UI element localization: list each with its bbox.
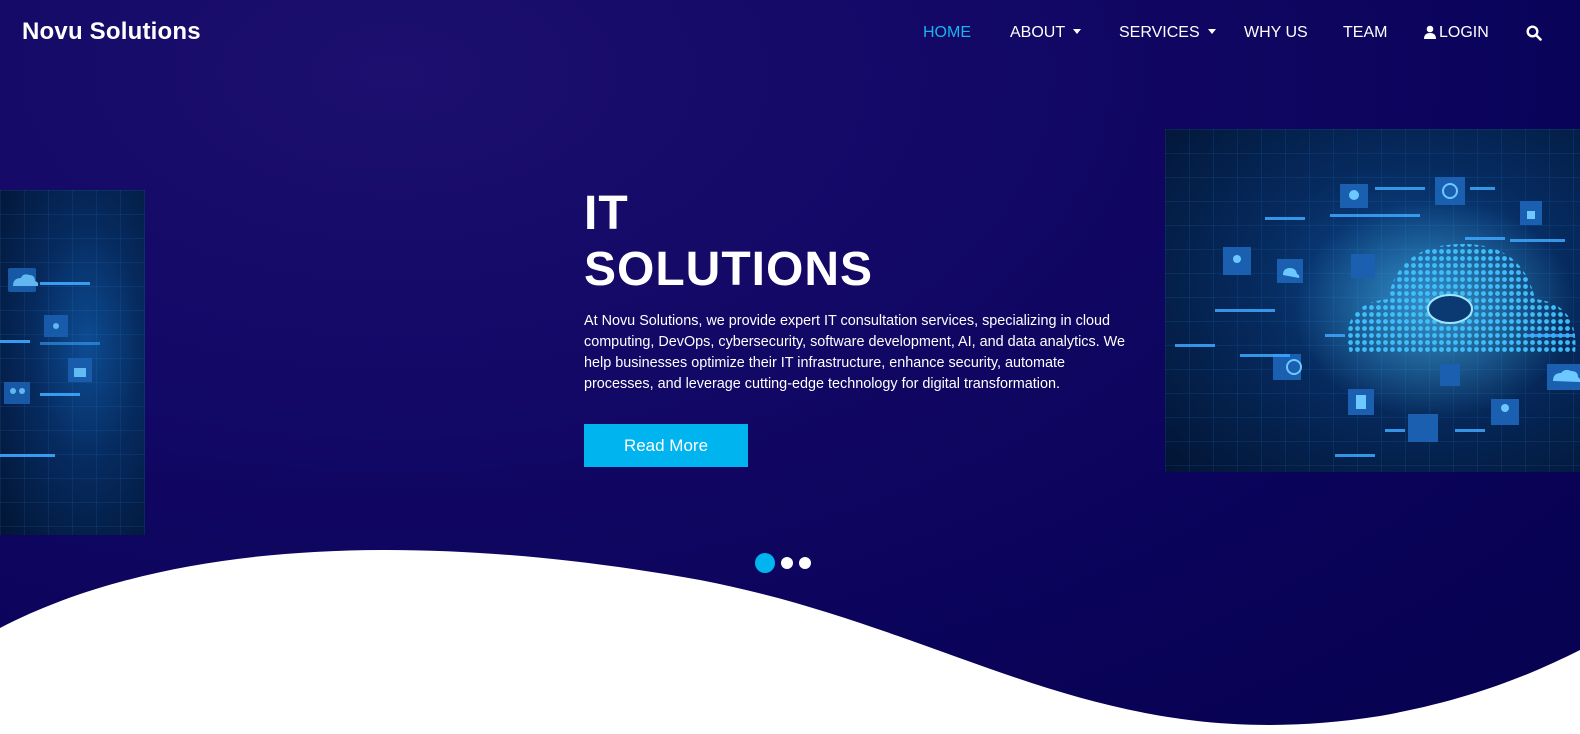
navbar: Novu Solutions HOME ABOUT SERVICES WHY U… — [0, 0, 1580, 66]
carousel-indicator-2[interactable] — [781, 557, 793, 569]
chevron-down-icon — [1207, 29, 1216, 34]
hero-section: Novu Solutions HOME ABOUT SERVICES WHY U… — [0, 0, 1580, 734]
carousel-indicator-3[interactable] — [799, 557, 811, 569]
hero-title-line2: SOLUTIONS — [584, 243, 874, 296]
hero-description: At Novu Solutions, we provide expert IT … — [584, 313, 1125, 392]
hero-title: IT SOLUTIONS — [584, 186, 873, 298]
search-icon[interactable] — [1526, 25, 1542, 41]
chevron-down-icon — [1073, 29, 1082, 34]
hero-title-line1: IT — [584, 187, 629, 240]
user-icon — [1424, 25, 1436, 39]
nav-why-us-label: WHY US — [1244, 24, 1308, 41]
nav-team[interactable]: TEAM — [1343, 24, 1387, 42]
nav-home[interactable]: HOME — [923, 24, 971, 42]
brand-logo[interactable]: Novu Solutions — [22, 18, 201, 46]
nav-about-label: ABOUT — [1010, 24, 1066, 41]
nav-team-label: TEAM — [1343, 24, 1388, 41]
nav-about[interactable]: ABOUT — [1010, 24, 1082, 42]
nav-home-label: HOME — [923, 24, 971, 41]
nav-services[interactable]: SERVICES — [1119, 24, 1216, 42]
nav-services-label: SERVICES — [1119, 24, 1200, 41]
nav-login[interactable]: LOGIN — [1424, 24, 1489, 42]
read-more-button[interactable]: Read More — [584, 424, 748, 467]
nav-login-label: LOGIN — [1439, 24, 1489, 41]
carousel-indicator-1[interactable] — [755, 553, 775, 573]
nav-why-us[interactable]: WHY US — [1244, 24, 1308, 42]
